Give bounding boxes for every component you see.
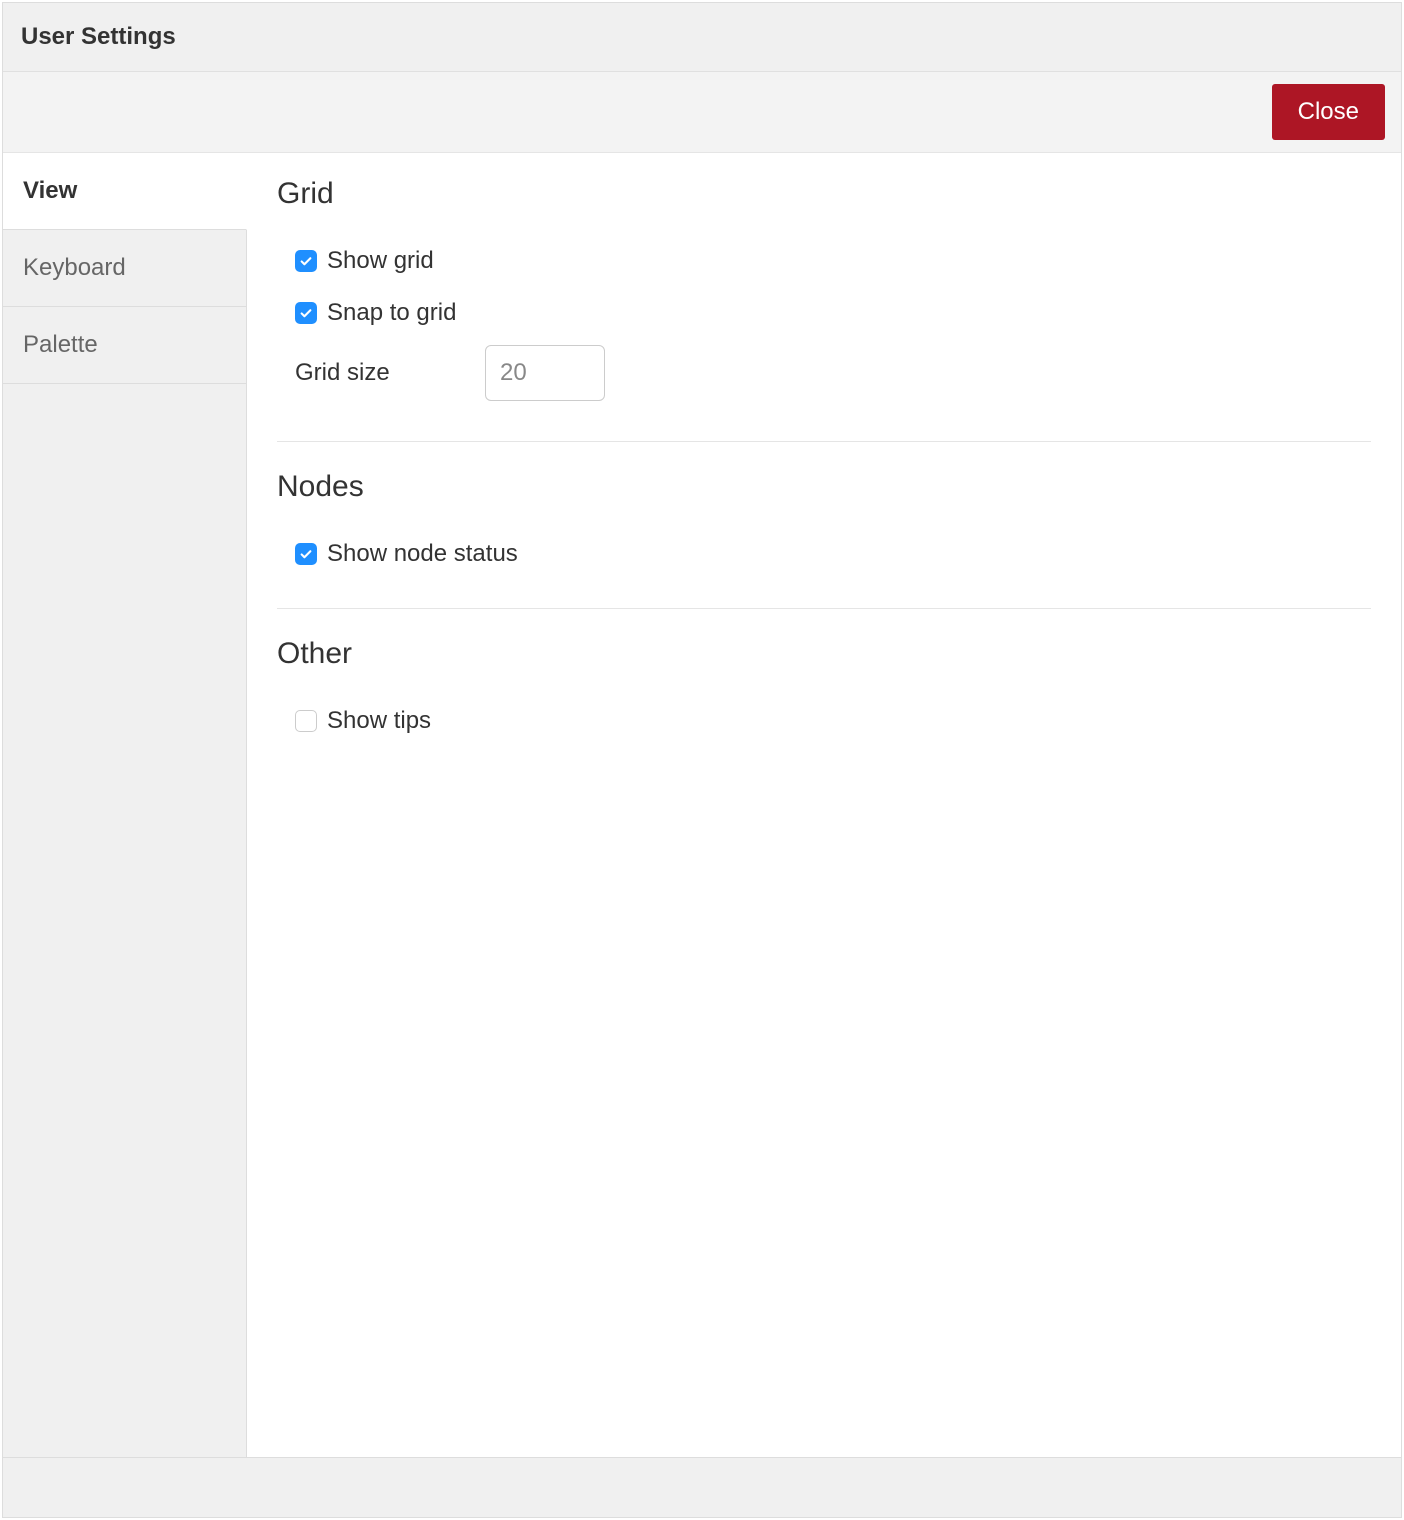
user-settings-modal: User Settings Close View Keyboard Palett…	[2, 2, 1402, 1518]
snap-to-grid-checkbox[interactable]	[295, 302, 317, 324]
row-snap-to-grid: Snap to grid	[277, 287, 1371, 339]
settings-content: Grid Show grid Snap to grid Grid size	[247, 153, 1401, 1457]
grid-size-label: Grid size	[295, 359, 405, 387]
check-icon	[299, 254, 313, 268]
section-nodes: Nodes Show node status	[277, 470, 1371, 609]
section-title-grid: Grid	[277, 177, 1371, 211]
check-icon	[299, 306, 313, 320]
settings-tabs-sidebar: View Keyboard Palette	[3, 153, 247, 1457]
show-grid-label: Show grid	[327, 247, 434, 275]
check-icon	[299, 547, 313, 561]
show-tips-checkbox[interactable]	[295, 710, 317, 732]
section-grid: Grid Show grid Snap to grid Grid size	[277, 177, 1371, 442]
section-title-other: Other	[277, 637, 1371, 671]
modal-header: User Settings	[3, 3, 1401, 72]
row-show-node-status: Show node status	[277, 528, 1371, 580]
tab-view[interactable]: View	[3, 153, 247, 230]
modal-footer	[3, 1457, 1401, 1517]
row-show-grid: Show grid	[277, 235, 1371, 287]
tab-keyboard[interactable]: Keyboard	[3, 230, 246, 307]
section-other: Other Show tips	[277, 637, 1371, 775]
modal-body: View Keyboard Palette Grid Show grid	[3, 153, 1401, 1457]
close-button[interactable]: Close	[1272, 84, 1385, 140]
show-tips-label: Show tips	[327, 707, 431, 735]
row-grid-size: Grid size	[277, 339, 1371, 413]
modal-toolbar: Close	[3, 72, 1401, 153]
tab-palette[interactable]: Palette	[3, 307, 246, 384]
snap-to-grid-label: Snap to grid	[327, 299, 456, 327]
show-node-status-checkbox[interactable]	[295, 543, 317, 565]
modal-title: User Settings	[21, 23, 1383, 51]
show-node-status-label: Show node status	[327, 540, 518, 568]
grid-size-input[interactable]	[485, 345, 605, 401]
show-grid-checkbox[interactable]	[295, 250, 317, 272]
section-title-nodes: Nodes	[277, 470, 1371, 504]
row-show-tips: Show tips	[277, 695, 1371, 747]
